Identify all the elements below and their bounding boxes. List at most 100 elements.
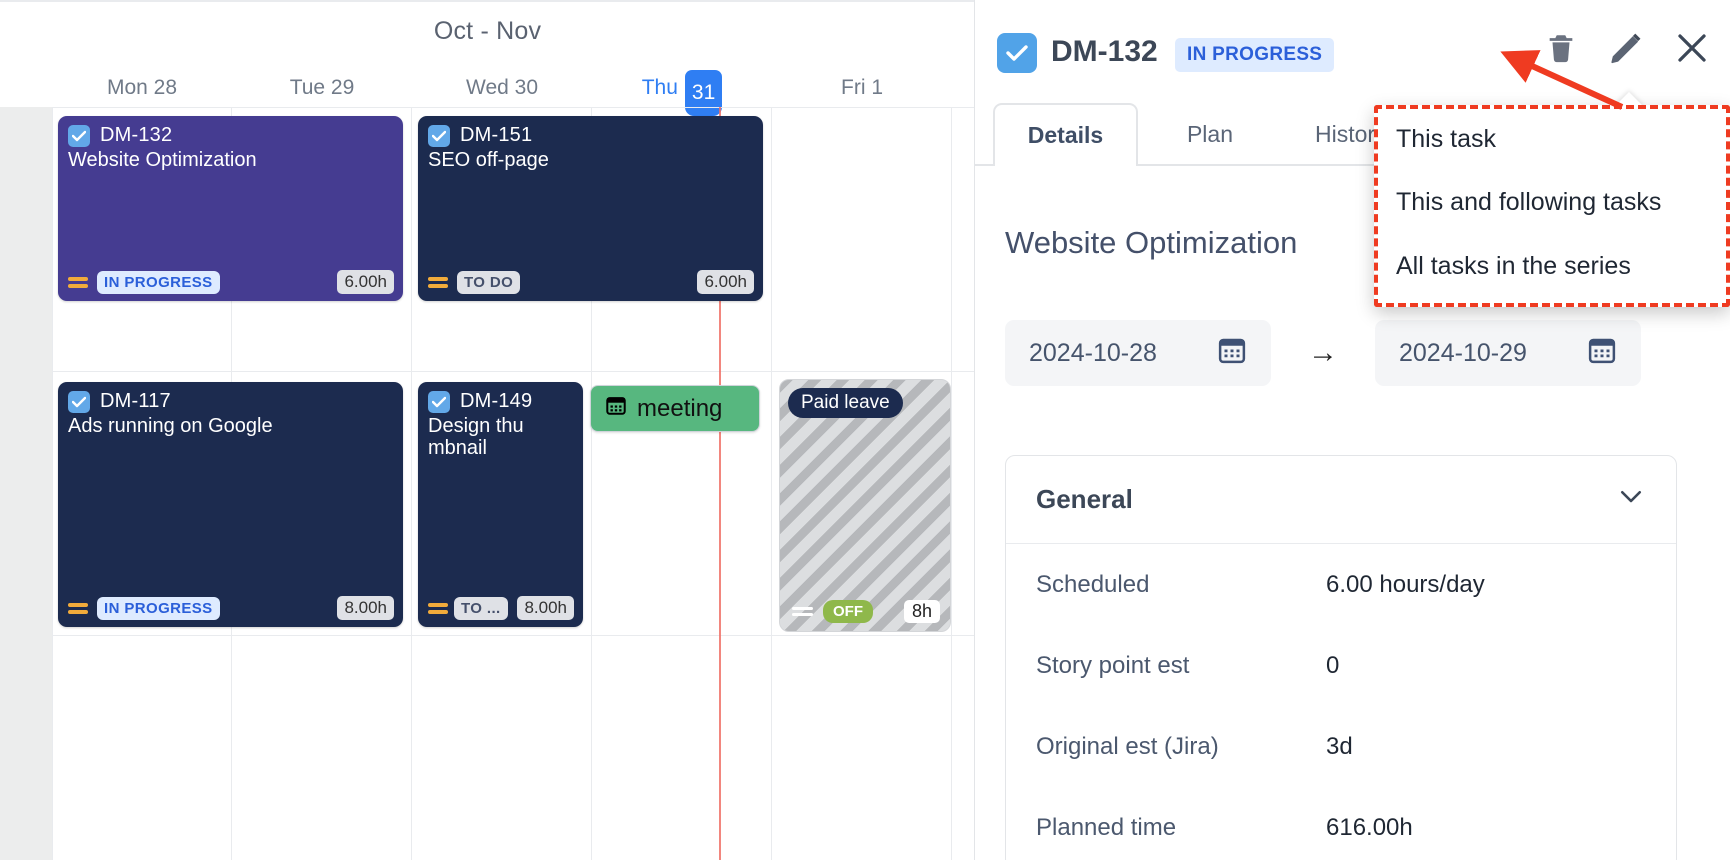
dropdown-item-all-tasks-in-the-series[interactable]: All tasks in the series (1396, 252, 1631, 281)
menu-lines-icon (792, 607, 813, 616)
task-title: Website Optimization (1005, 225, 1298, 260)
card-header: DM-151 (428, 124, 753, 147)
meeting-event[interactable]: meeting (590, 385, 760, 432)
card-status-badge: TO ... (454, 596, 508, 620)
field-value: 616.00h (1326, 813, 1413, 841)
chevron-down-icon[interactable] (1616, 481, 1646, 518)
tab-details[interactable]: Details (993, 103, 1138, 166)
check-icon[interactable] (68, 124, 90, 147)
field-label: Planned time (1036, 813, 1177, 841)
card-footer: IN PROGRESS 6.00h (68, 270, 394, 294)
recurrence-scope-dropdown: This task This and following tasks All t… (1374, 105, 1730, 307)
field-row-story-point-est: Story point est 0 (1006, 625, 1676, 706)
card-key: DM-149 (460, 390, 533, 412)
field-label: Original est (Jira) (1036, 732, 1219, 760)
general-section-header[interactable]: General (1006, 456, 1676, 544)
day-header-wed-30[interactable]: Wed 30 (412, 68, 592, 108)
general-section-title: General (1036, 484, 1133, 514)
grid-row-line (52, 107, 974, 108)
priority-icon (428, 602, 448, 614)
grid-row-line (52, 635, 974, 636)
start-date-field[interactable]: 2024-10-28 (1005, 320, 1271, 386)
card-summary: Design thu mbnail (428, 415, 524, 459)
general-section: General Scheduled 6.00 hours/day Story p… (1005, 455, 1677, 860)
off-badge: OFF (823, 600, 873, 623)
calendar-icon (605, 394, 627, 423)
calendar-grid: DM-132 Website Optimization IN PROGRESS … (0, 107, 974, 860)
time-gutter (0, 107, 52, 860)
calendar-icon[interactable] (1217, 335, 1247, 372)
field-value: 3d (1326, 732, 1353, 760)
app-root: Oct - Nov Mon 28 Tue 29 Wed 30 Thu 31 Fr… (0, 0, 1730, 860)
calendar-day-header: Mon 28 Tue 29 Wed 30 Thu 31 Fri 1 (0, 68, 974, 116)
top-divider (0, 0, 974, 2)
day-header-mon-28[interactable]: Mon 28 (52, 68, 232, 108)
card-hours: 8.00h (517, 596, 574, 620)
date-range-arrow: → (1308, 336, 1338, 369)
check-icon[interactable] (68, 390, 90, 413)
field-value: 0 (1326, 651, 1340, 679)
tab-label: Plan (1186, 121, 1234, 147)
card-summary: Website Optimization (68, 149, 257, 171)
check-icon[interactable] (428, 390, 450, 413)
field-row-planned-time: Planned time 616.00h (1006, 787, 1676, 860)
day-label: Fri 1 (841, 76, 883, 99)
paid-leave-footer: OFF 8h (792, 600, 940, 623)
calendar-range-title: Oct - Nov (433, 17, 542, 45)
task-card-dm-117[interactable]: DM-117 Ads running on Google IN PROGRESS… (58, 382, 403, 627)
card-status-badge: TO DO (457, 270, 521, 294)
panel-task-key: DM-132 (1051, 35, 1158, 68)
end-date-value: 2024-10-29 (1399, 338, 1527, 367)
day-header-thu-31[interactable]: Thu 31 (592, 68, 772, 116)
meeting-label: meeting (637, 394, 723, 422)
field-label: Story point est (1036, 651, 1190, 679)
priority-icon (68, 602, 88, 614)
task-check-icon[interactable] (997, 33, 1037, 73)
date-range-row: 2024-10-28 → 2024-10-29 (1005, 320, 1705, 386)
card-footer: TO ... 8.00h (428, 596, 574, 620)
tab-plan[interactable]: Plan (1150, 103, 1270, 166)
day-label: Tue 29 (289, 76, 355, 99)
gutter-spacer (0, 68, 52, 108)
tab-label: Details (1027, 122, 1104, 148)
day-header-tue-29[interactable]: Tue 29 (232, 68, 412, 108)
task-card-dm-149[interactable]: DM-149 Design thu mbnail TO ... 8.00h (418, 382, 583, 627)
paid-leave-hours: 8h (903, 600, 940, 623)
card-summary: SEO off-page (428, 149, 549, 171)
close-icon[interactable] (1674, 30, 1710, 71)
grid-row-line (52, 371, 974, 372)
panel-status-badge: IN PROGRESS (1175, 38, 1335, 72)
paid-leave-label: Paid leave (788, 388, 903, 418)
card-key: DM-117 (100, 390, 171, 412)
end-date-field[interactable]: 2024-10-29 (1375, 320, 1641, 386)
start-date-value: 2024-10-28 (1029, 338, 1157, 367)
dropdown-item-this-and-following-tasks[interactable]: This and following tasks (1396, 188, 1661, 217)
day-header-fri-1[interactable]: Fri 1 (772, 68, 952, 108)
card-footer: IN PROGRESS 8.00h (68, 596, 394, 620)
priority-icon (428, 276, 448, 288)
day-label: Wed 30 (466, 76, 538, 99)
check-icon[interactable] (428, 124, 450, 147)
card-header: DM-117 (68, 390, 393, 413)
card-summary: Ads running on Google (68, 415, 273, 437)
task-card-dm-132[interactable]: DM-132 Website Optimization IN PROGRESS … (58, 116, 403, 301)
card-hours: 6.00h (337, 270, 394, 294)
card-hours: 8.00h (337, 596, 394, 620)
card-header: DM-132 (68, 124, 393, 147)
priority-icon (68, 276, 88, 288)
paid-leave-block[interactable]: Paid leave OFF 8h (779, 379, 951, 632)
tab-label: Histor (1314, 121, 1376, 147)
dropdown-item-this-task[interactable]: This task (1396, 125, 1496, 154)
field-row-original-est-jira: Original est (Jira) 3d (1006, 706, 1676, 787)
card-key: DM-151 (460, 124, 533, 146)
task-card-dm-151[interactable]: DM-151 SEO off-page TO DO 6.00h (418, 116, 763, 301)
field-row-scheduled: Scheduled 6.00 hours/day (1006, 544, 1676, 625)
calendar-icon[interactable] (1587, 335, 1617, 372)
annotation-arrow-icon (1500, 50, 1624, 110)
card-status-badge: IN PROGRESS (97, 270, 220, 294)
calendar-panel: Oct - Nov Mon 28 Tue 29 Wed 30 Thu 31 Fr… (0, 0, 975, 860)
card-header: DM-149 (428, 390, 573, 413)
field-value: 6.00 hours/day (1326, 570, 1485, 598)
card-footer: TO DO 6.00h (428, 270, 754, 294)
card-hours: 6.00h (697, 270, 754, 294)
